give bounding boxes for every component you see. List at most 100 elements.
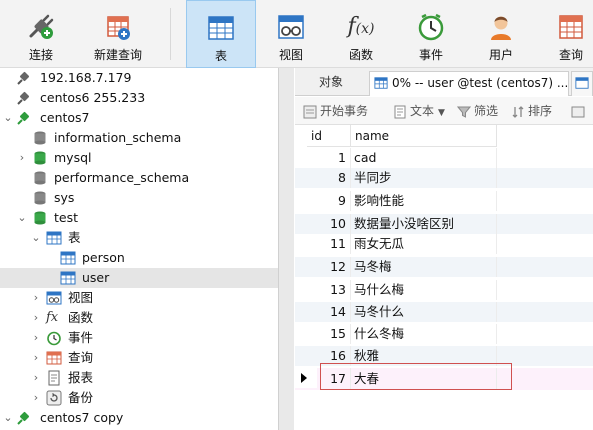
view-label: 视图 (278, 48, 303, 62)
view-button[interactable]: 视图 (262, 0, 320, 68)
cell-name[interactable]: 什么冬梅 (351, 324, 497, 344)
cell-name[interactable]: 数据量小没啥区别 (351, 214, 497, 234)
table-row[interactable]: 16 秋雅 (295, 346, 593, 366)
function-button[interactable]: f(x) 函数 (332, 0, 390, 68)
tree-item-connection-centos6[interactable]: centos6 255.233 (0, 88, 278, 108)
table-icon (46, 231, 62, 245)
expand-arrow-icon[interactable]: › (31, 291, 41, 305)
expand-arrow-icon[interactable]: ⌄ (3, 111, 13, 125)
database-icon (34, 171, 46, 185)
cell-id[interactable]: 13 (317, 280, 351, 300)
tree-item-db-information-schema[interactable]: information_schema (0, 128, 278, 148)
table-row[interactable]: 9 影响性能 (295, 191, 593, 211)
tree-item-backups-folder[interactable]: › 备份 (0, 388, 278, 408)
column-header-id[interactable]: id (307, 125, 351, 147)
tree-item-functions-folder[interactable]: › fx 函数 (0, 308, 278, 328)
tree-item-label: person (82, 250, 125, 265)
filter-button[interactable]: 筛选 (457, 102, 498, 120)
expand-arrow-icon[interactable]: › (31, 371, 41, 385)
pane-splitter[interactable] (278, 68, 294, 430)
cell-name[interactable]: 大春 (351, 368, 497, 390)
cell-name[interactable]: 马什么梅 (351, 280, 497, 300)
user-button[interactable]: 用户 (472, 0, 530, 68)
cell-id[interactable]: 12 (317, 257, 351, 277)
cell-name[interactable]: 影响性能 (351, 191, 497, 211)
cell-id[interactable]: 17 (317, 368, 351, 390)
database-icon (34, 151, 46, 165)
table-row[interactable]: 12 马冬梅 (295, 257, 593, 277)
tab-user-table-label: 0% -- user @test (centos7) ... (392, 76, 569, 90)
table-row[interactable]: 13 马什么梅 (295, 280, 593, 300)
query-button[interactable]: 查询 (542, 0, 593, 68)
cell-id[interactable]: 14 (317, 302, 351, 322)
table-icon (60, 251, 76, 265)
query-icon (46, 351, 62, 365)
tree-item-reports-folder[interactable]: › 报表 (0, 368, 278, 388)
cell-name[interactable]: cad (351, 148, 497, 168)
cell-id[interactable]: 11 (317, 234, 351, 254)
event-button[interactable]: 事件 (402, 0, 460, 68)
cell-name[interactable]: 雨女无瓜 (351, 234, 497, 254)
expand-arrow-icon[interactable]: ⌄ (3, 411, 13, 425)
table-row[interactable]: 1 cad (295, 148, 593, 168)
table-row[interactable]: 15 什么冬梅 (295, 324, 593, 344)
cell-id[interactable]: 9 (317, 191, 351, 211)
tab-extra[interactable] (571, 71, 593, 96)
tree-item-tables-folder[interactable]: ⌄ 表 (0, 228, 278, 248)
text-view-button[interactable]: 文本 ▼ (393, 102, 445, 120)
expand-arrow-icon[interactable]: › (31, 331, 41, 345)
tree-item-label: performance_schema (54, 170, 190, 185)
cell-name[interactable]: 半同步 (351, 168, 497, 188)
database-icon (34, 211, 46, 225)
mysql-connection-icon (17, 91, 30, 105)
connect-button[interactable]: 连接 (6, 0, 76, 68)
tree-item-label: 报表 (68, 370, 94, 385)
tree-item-queries-folder[interactable]: › 查询 (0, 348, 278, 368)
cell-id[interactable]: 8 (317, 168, 351, 188)
tree-item-db-test[interactable]: ⌄ test (0, 208, 278, 228)
sort-icon (512, 105, 524, 118)
begin-transaction-button[interactable]: 开始事务 (303, 102, 368, 120)
new-query-label: 新建查询 (93, 48, 142, 62)
table-row[interactable]: 8 半同步 (295, 168, 593, 188)
tab-objects[interactable]: 对象 (295, 71, 367, 96)
sort-button[interactable]: 排序 (511, 102, 552, 120)
table-row[interactable]: 10 数据量小没啥区别 (295, 214, 593, 234)
table-button[interactable]: 表 (186, 0, 256, 68)
tree-item-db-performance-schema[interactable]: performance_schema (0, 168, 278, 188)
cell-id[interactable]: 1 (317, 148, 351, 168)
report-icon (48, 370, 60, 386)
table-row[interactable]: 11 雨女无瓜 (295, 234, 593, 254)
tree-item-db-sys[interactable]: sys (0, 188, 278, 208)
event-label: 事件 (418, 48, 443, 62)
cell-id[interactable]: 10 (317, 214, 351, 234)
expand-arrow-icon[interactable]: › (31, 311, 41, 325)
cell-id[interactable]: 15 (317, 324, 351, 344)
function-icon: fx (46, 310, 59, 325)
tree-item-table-user[interactable]: user (0, 268, 278, 288)
tree-item-connection-192[interactable]: 192.168.7.179 (0, 68, 278, 88)
expand-arrow-icon[interactable]: › (17, 151, 27, 165)
column-header-name[interactable]: name (351, 125, 497, 147)
cell-name[interactable]: 秋雅 (351, 346, 497, 366)
tree-item-table-person[interactable]: person (0, 248, 278, 268)
more-toolbar-button[interactable] (571, 102, 591, 120)
tree-item-views-folder[interactable]: › 视图 (0, 288, 278, 308)
new-query-icon (107, 16, 130, 40)
tab-user-table[interactable]: 0% -- user @test (centos7) ... (369, 71, 569, 96)
table-row[interactable]: 14 马冬什么 (295, 302, 593, 322)
cell-name[interactable]: 马冬梅 (351, 257, 497, 277)
expand-arrow-icon[interactable]: ⌄ (17, 211, 27, 225)
tree-item-label: 192.168.7.179 (40, 70, 132, 85)
tree-item-db-mysql[interactable]: › mysql (0, 148, 278, 168)
tree-item-events-folder[interactable]: › 事件 (0, 328, 278, 348)
expand-arrow-icon[interactable]: › (31, 391, 41, 405)
table-row-current[interactable]: 17 大春 (295, 368, 593, 390)
cell-name[interactable]: 马冬什么 (351, 302, 497, 322)
expand-arrow-icon[interactable]: ⌄ (31, 231, 41, 245)
expand-arrow-icon[interactable]: › (31, 351, 41, 365)
tree-item-connection-centos7-copy[interactable]: ⌄ centos7 copy (0, 408, 278, 428)
new-query-button[interactable]: 新建查询 (80, 0, 156, 68)
tree-item-connection-centos7[interactable]: ⌄ centos7 (0, 108, 278, 128)
cell-id[interactable]: 16 (317, 346, 351, 366)
